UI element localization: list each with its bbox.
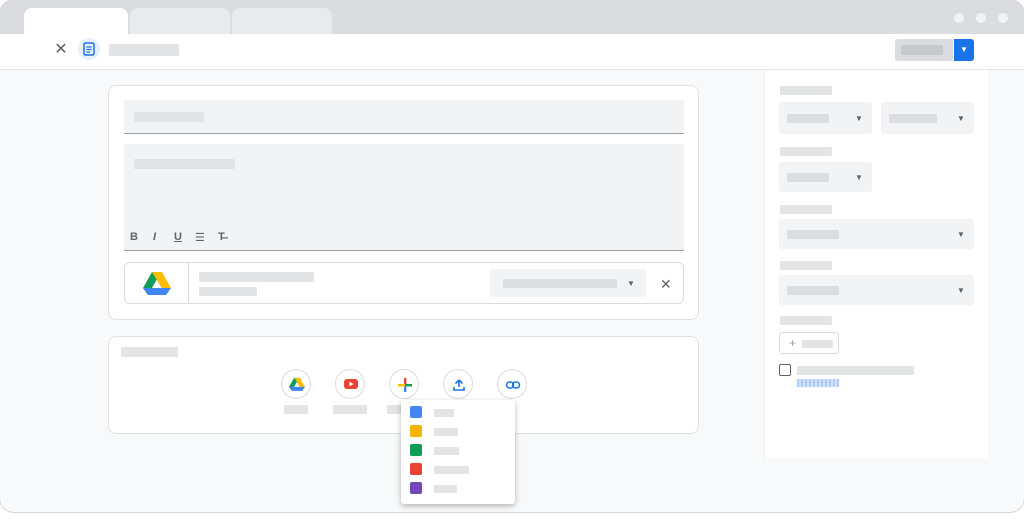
menu-item-label-placeholder [434,485,457,493]
chevron-down-icon: ▼ [957,230,965,239]
docs-icon [410,406,422,418]
slides-icon [410,425,422,437]
attachment-card[interactable]: ▼ ✕ [124,262,684,304]
create-label-placeholder [387,405,401,414]
close-icon[interactable]: ✕ [53,42,69,58]
forms-icon [410,482,422,494]
points-dropdown-placeholder [787,173,829,182]
class-dropdown[interactable]: ▼ [779,102,872,134]
add-rubric-label-placeholder [802,340,833,348]
browser-window: ✕ ▼ B I U ☰ T̶ ▼ ✕ ▼ ▼ ▼ ▼ ▼ + [0,0,1024,512]
google-drive-icon[interactable] [281,369,311,399]
bold-button[interactable]: B [130,231,138,243]
create-menu-item-slides[interactable] [401,422,515,441]
browser-tab[interactable] [232,8,332,34]
drive-label-placeholder [284,405,308,414]
chevron-down-icon: ▼ [627,279,635,288]
menu-item-label-placeholder [434,466,469,474]
share-permission-dropdown[interactable]: ▼ [490,269,646,297]
create-menu-item-sheets[interactable] [401,441,515,460]
app-header: ✕ ▼ [0,34,1024,70]
plus-icon: + [789,336,797,350]
topic-dropdown[interactable]: ▼ [779,275,974,305]
create-menu-item-forms[interactable] [401,479,515,498]
rubric-label-placeholder [780,316,832,325]
google-drive-icon [143,272,171,295]
youtube-icon[interactable] [335,369,365,399]
title-input-placeholder [134,112,204,122]
window-close-dot[interactable] [998,13,1008,23]
points-dropdown[interactable]: ▼ [779,162,872,192]
browser-tab[interactable] [130,8,230,34]
class-dropdown-placeholder [787,114,829,123]
bulleted-list-button[interactable]: ☰ [195,231,205,244]
link-icon[interactable] [497,369,527,399]
add-rubric-button[interactable]: + [779,332,839,354]
topic-placeholder [787,286,839,295]
due-label-placeholder [780,205,832,214]
window-maximize-dot[interactable] [976,13,986,23]
add-materials-heading-placeholder [121,347,178,357]
menu-item-label-placeholder [434,447,459,455]
share-permission-placeholder [503,279,617,288]
browser-titlebar [0,0,1024,34]
chevron-down-icon: ▼ [957,286,965,295]
students-dropdown-placeholder [889,114,937,123]
learn-more-link[interactable] [797,379,839,387]
window-minimize-dot[interactable] [954,13,964,23]
for-label-placeholder [780,86,832,95]
attachment-name-placeholder [199,272,314,282]
assignment-icon [78,38,100,60]
create-menu-item-drawings[interactable] [401,460,515,479]
originality-checkbox[interactable] [779,364,791,376]
points-label-placeholder [780,147,832,156]
assign-dropdown-button[interactable]: ▼ [954,39,974,61]
assign-button[interactable] [895,39,953,61]
originality-label-placeholder [797,366,914,375]
upload-icon[interactable] [443,369,473,399]
italic-button[interactable]: I [153,231,156,243]
chevron-down-icon: ▼ [855,173,863,182]
create-menu-item-docs[interactable] [401,403,515,422]
instructions-placeholder [134,159,235,169]
chevron-down-icon: ▼ [855,114,863,123]
underline-button[interactable]: U [174,231,182,243]
attachment-type-placeholder [199,287,257,296]
create-menu [401,400,515,504]
remove-attachment-icon[interactable]: ✕ [660,276,672,293]
create-plus-icon[interactable] [389,369,419,399]
instructions-textarea[interactable] [124,144,684,251]
youtube-label-placeholder [333,405,367,414]
page-title-placeholder [109,44,179,56]
drawings-icon [410,463,422,475]
assign-button-label-placeholder [901,45,943,55]
browser-tab-active[interactable] [24,8,128,34]
sheets-icon [410,444,422,456]
title-input[interactable] [124,100,684,134]
due-date-dropdown[interactable]: ▼ [779,219,974,249]
attachment-divider [188,263,189,303]
due-date-placeholder [787,230,839,239]
menu-item-label-placeholder [434,409,454,417]
menu-item-label-placeholder [434,428,458,436]
topic-label-placeholder [780,261,832,270]
clear-formatting-button[interactable]: T̶ [218,231,225,243]
chevron-down-icon: ▼ [957,114,965,123]
students-dropdown[interactable]: ▼ [881,102,974,134]
